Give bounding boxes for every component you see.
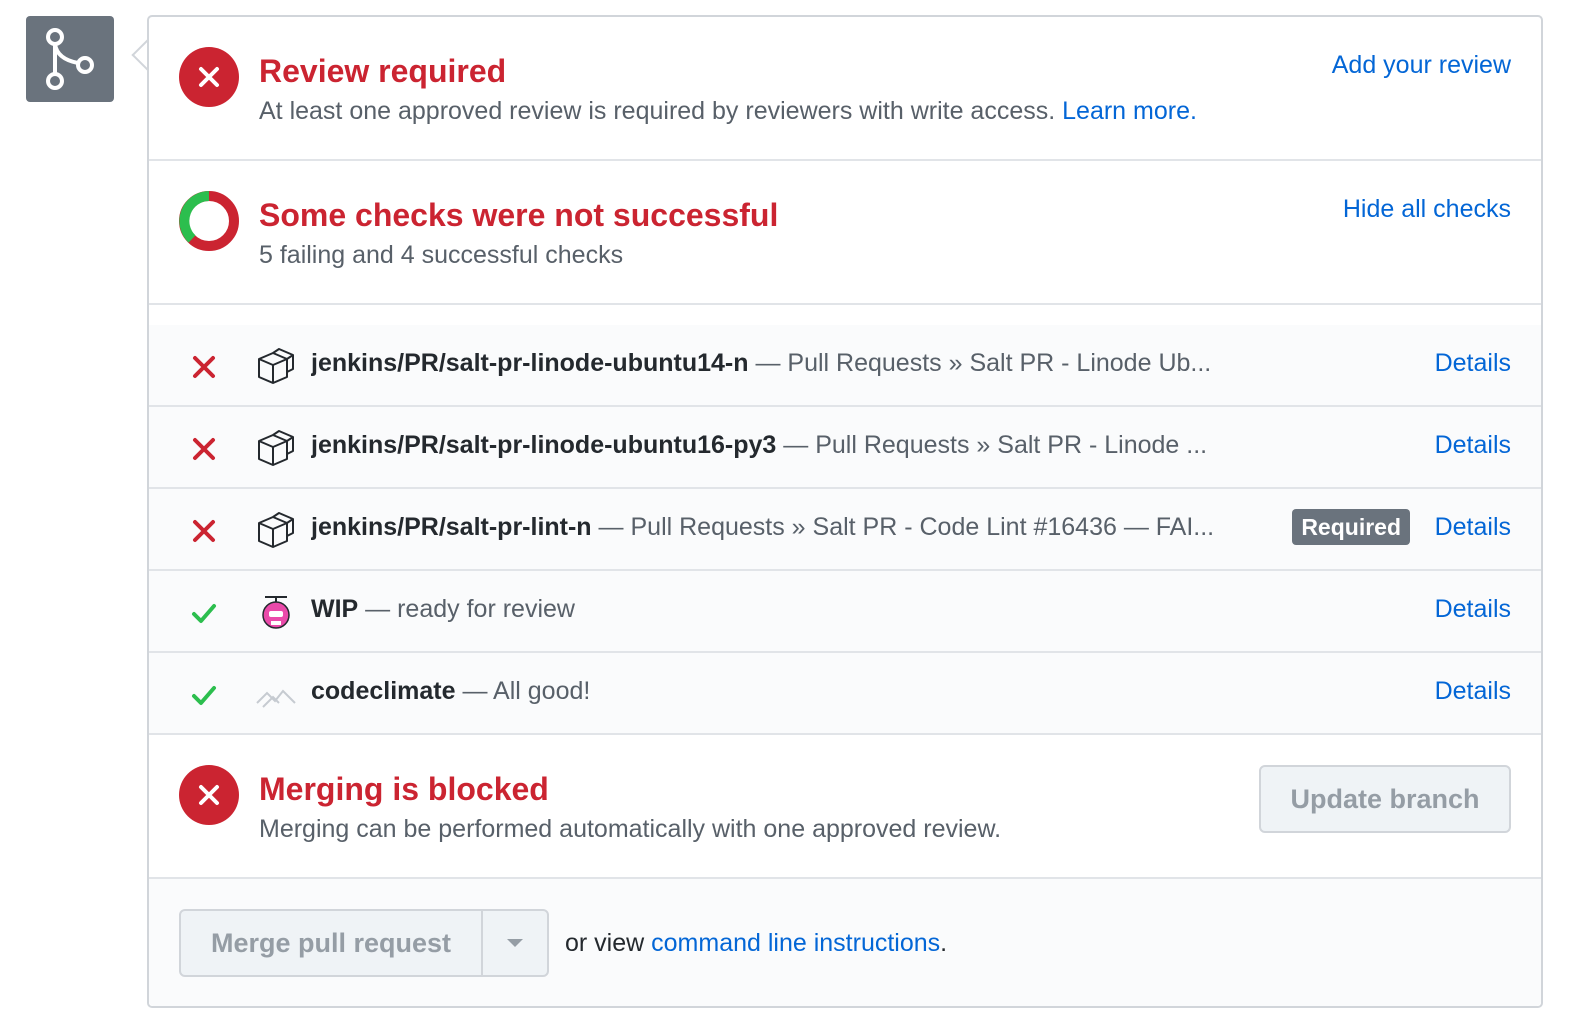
check-description: — ready for review bbox=[358, 595, 575, 623]
jenkins-box-icon bbox=[258, 512, 294, 548]
checks-summary-section: Some checks were not successful 5 failin… bbox=[149, 161, 1541, 303]
review-required-section: Review required At least one approved re… bbox=[149, 17, 1541, 159]
merge-blocked-description: Merging can be performed automatically w… bbox=[259, 815, 1002, 843]
x-icon bbox=[193, 438, 215, 460]
check-row: jenkins/PR/salt-pr-lint-n — Pull Request… bbox=[149, 489, 1541, 571]
check-name: codeclimate bbox=[311, 677, 456, 705]
hide-all-checks-link[interactable]: Hide all checks bbox=[1343, 195, 1511, 224]
checks-summary-title: Some checks were not successful bbox=[259, 197, 779, 233]
merge-footer: Merge pull request or view command line … bbox=[149, 879, 1541, 1006]
merge-button-group: Merge pull request bbox=[179, 909, 549, 977]
checks-list: jenkins/PR/salt-pr-linode-ubuntu14-n — P… bbox=[149, 325, 1541, 735]
details-link[interactable]: Details bbox=[1435, 431, 1511, 460]
check-name: jenkins/PR/salt-pr-lint-n bbox=[311, 513, 592, 541]
check-description: — Pull Requests » Salt PR - Linode ... bbox=[776, 431, 1208, 459]
merge-dropdown-toggle[interactable] bbox=[483, 911, 547, 975]
check-icon bbox=[192, 604, 216, 623]
checks-ring-icon bbox=[179, 191, 239, 251]
x-icon bbox=[193, 520, 215, 542]
details-link[interactable]: Details bbox=[1435, 349, 1511, 378]
check-row: jenkins/PR/salt-pr-linode-ubuntu14-n — P… bbox=[149, 325, 1541, 407]
merge-status-panel: Review required At least one approved re… bbox=[147, 15, 1543, 1008]
git-branch-icon bbox=[46, 28, 94, 90]
details-link[interactable]: Details bbox=[1435, 513, 1511, 542]
review-required-title: Review required bbox=[259, 53, 507, 89]
update-branch-button[interactable]: Update branch bbox=[1259, 765, 1511, 833]
jenkins-box-icon bbox=[258, 430, 294, 466]
x-circle-icon bbox=[179, 765, 239, 825]
check-row: WIP — ready for review Details bbox=[149, 571, 1541, 653]
check-row: jenkins/PR/salt-pr-linode-ubuntu16-py3 —… bbox=[149, 407, 1541, 489]
command-line-instructions-link[interactable]: command line instructions bbox=[651, 929, 940, 957]
jenkins-box-icon bbox=[258, 348, 294, 384]
check-row: codeclimate — All good! Details bbox=[149, 653, 1541, 735]
check-icon bbox=[192, 686, 216, 705]
add-your-review-link[interactable]: Add your review bbox=[1332, 51, 1511, 80]
check-name: jenkins/PR/salt-pr-linode-ubuntu14-n bbox=[311, 349, 749, 377]
caret-down-icon bbox=[507, 939, 523, 947]
details-link[interactable]: Details bbox=[1435, 677, 1511, 706]
command-line-hint: or view command line instructions. bbox=[565, 929, 948, 957]
check-name: jenkins/PR/salt-pr-linode-ubuntu16-py3 bbox=[311, 431, 777, 459]
check-description: — Pull Requests » Salt PR - Code Lint #1… bbox=[591, 513, 1215, 541]
merge-pull-request-button[interactable]: Merge pull request bbox=[181, 911, 483, 975]
check-name: WIP bbox=[311, 595, 359, 623]
merge-blocked-title: Merging is blocked bbox=[259, 771, 549, 807]
checks-summary-description: 5 failing and 4 successful checks bbox=[259, 241, 624, 269]
review-required-description: At least one approved review is required… bbox=[259, 97, 1197, 125]
x-icon bbox=[193, 356, 215, 378]
git-merge-icon-tile bbox=[26, 16, 114, 102]
learn-more-link[interactable]: Learn more. bbox=[1062, 97, 1197, 125]
details-link[interactable]: Details bbox=[1435, 595, 1511, 624]
required-badge: Required bbox=[1292, 509, 1410, 545]
divider bbox=[149, 303, 1541, 305]
wip-bot-icon bbox=[262, 596, 290, 629]
codeclimate-icon bbox=[256, 689, 296, 708]
x-circle-icon bbox=[179, 47, 239, 107]
check-description: — All good! bbox=[455, 677, 591, 705]
check-description: — Pull Requests » Salt PR - Linode Ub... bbox=[748, 349, 1212, 377]
